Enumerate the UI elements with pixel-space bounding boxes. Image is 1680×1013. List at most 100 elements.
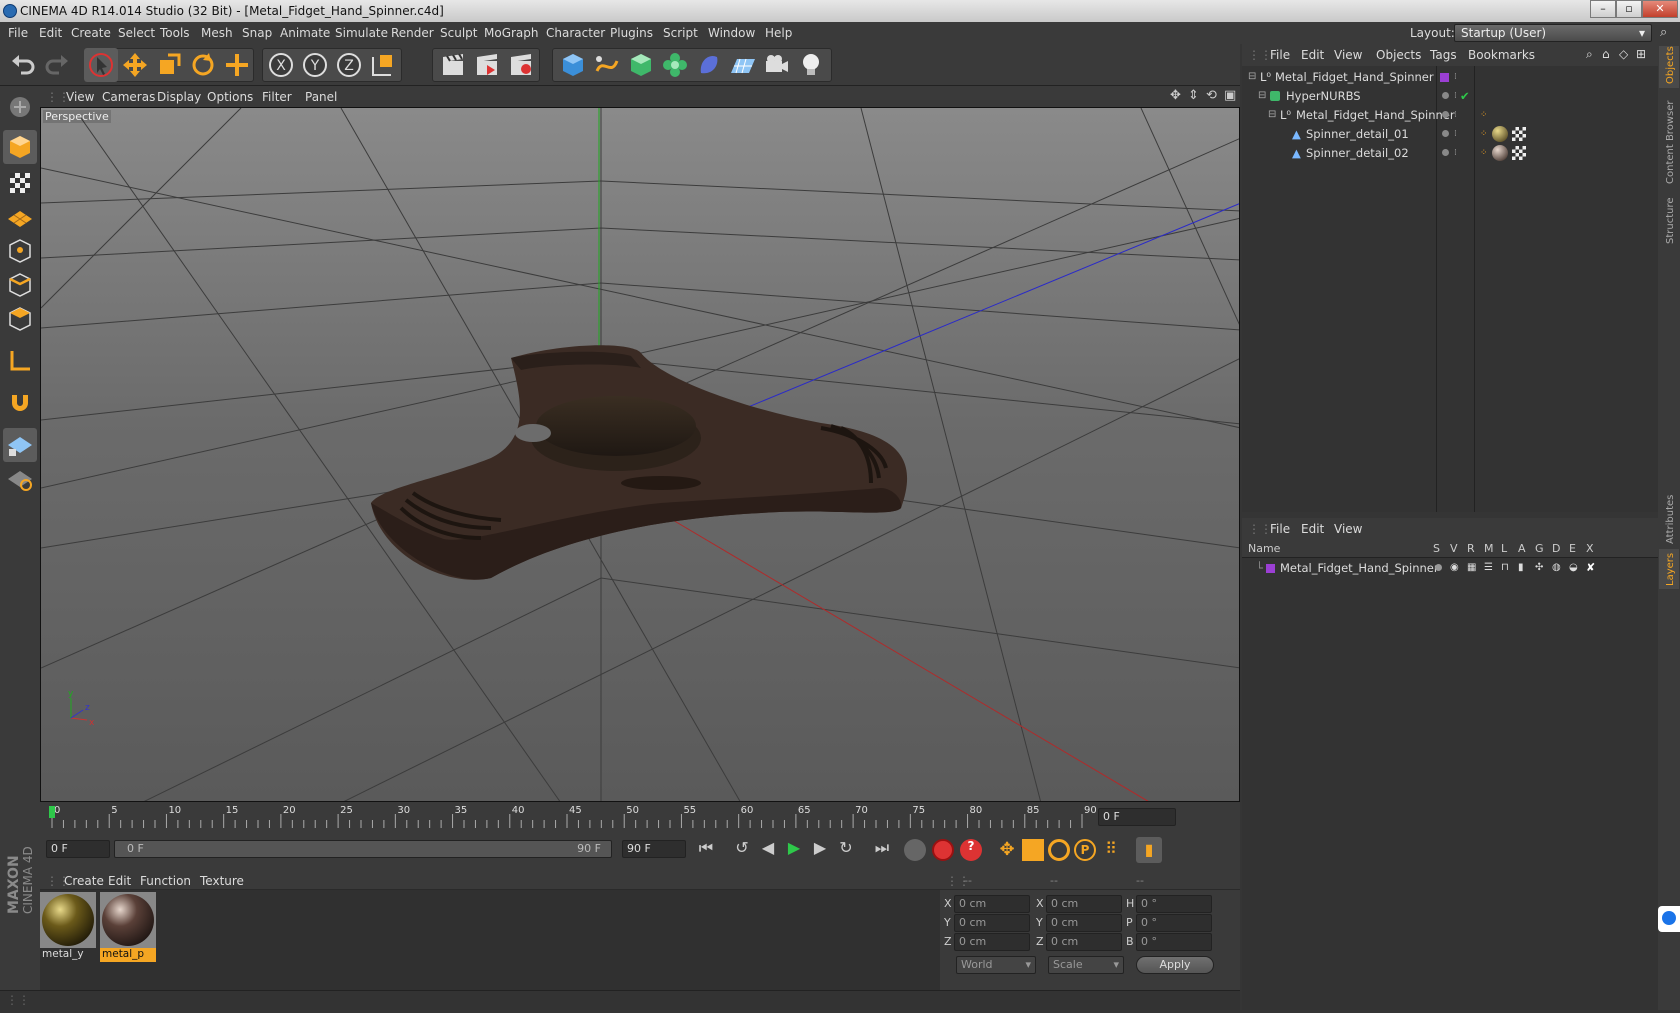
edges-mode-button[interactable] [3,268,37,302]
go-to-start-button[interactable]: ⏮ [694,838,718,862]
deformer-button[interactable] [692,48,726,82]
tree-row[interactable]: ▲ Spinner_detail_02 ⁞ ⁘ [1242,143,1658,163]
tab-structure[interactable]: Structure [1665,197,1676,244]
tab-layers[interactable]: Layers [1665,553,1676,586]
solo-dot-icon[interactable] [1435,564,1442,571]
layer-col-solo[interactable]: S [1433,542,1440,555]
checkmark-icon[interactable]: ✔ [1460,86,1470,106]
frame-range-slider[interactable]: 0 F 90 F [114,840,612,858]
lock-icon[interactable]: ⊓ [1501,558,1509,578]
layer-col-expressions[interactable]: E [1569,542,1576,555]
axis-mode-button[interactable] [3,344,37,378]
phong-tag-icon[interactable]: ⁘ [1480,143,1488,163]
material-menu-function[interactable]: Function [140,874,191,888]
record-keys-button[interactable] [904,839,926,861]
start-frame-field[interactable]: 0 F [46,840,110,858]
prev-key-button[interactable]: ↺ [730,838,754,862]
cube-object-button[interactable] [556,48,590,82]
layer-row[interactable]: └ Metal_Fidget_Hand_Spinner ◉ ▦ ☰ ⊓ ▮ ✣ … [1242,558,1658,578]
playhead[interactable] [49,806,55,818]
viewport-menu-panel[interactable]: Panel [305,90,337,104]
light-button[interactable] [794,48,828,82]
material-menu-texture[interactable]: Texture [200,874,244,888]
tree-row[interactable]: ▲ Spinner_detail_01 ⁞ ⁘ [1242,124,1658,144]
visibility-dots-icon[interactable]: ⁞ [1454,124,1457,144]
render-picture-viewer-button[interactable] [470,48,504,82]
scale-button[interactable] [152,48,186,82]
rotation-b-field[interactable]: 0 ° [1136,933,1212,951]
new-window-icon[interactable]: ⊞ [1636,47,1646,61]
object-menu-view[interactable]: View [1334,48,1362,62]
position-y-field[interactable]: 0 cm [954,914,1030,932]
menu-mesh[interactable]: Mesh [201,26,233,40]
layer-col-xref[interactable]: X [1586,542,1594,555]
menu-create[interactable]: Create [71,26,111,40]
viewport-rotate-icon[interactable]: ⟲ [1206,88,1217,103]
editor-visibility-dot[interactable] [1442,111,1449,118]
eye-icon[interactable]: ◉ [1450,558,1459,578]
teamviewer-icon[interactable] [1658,906,1680,932]
points-mode-button[interactable] [3,234,37,268]
add-object-button[interactable] [220,48,254,82]
editor-visibility-dot[interactable] [1442,92,1449,99]
layer-menu-view[interactable]: View [1334,522,1362,536]
size-z-field[interactable]: 0 cm [1046,933,1122,951]
key-parameter-button[interactable]: P [1074,839,1096,861]
object-menu-tags[interactable]: Tags [1430,48,1457,62]
visibility-dots-icon[interactable]: ⁞ [1454,86,1457,106]
viewport-menu-filter[interactable]: Filter [262,90,292,104]
viewport-menu-view[interactable]: View [66,90,94,104]
tree-row[interactable]: ⊟ HyperNURBS ⁞ ✔ [1242,86,1658,106]
key-scale-button[interactable] [1022,839,1044,861]
model-mode-button[interactable] [3,130,37,164]
x-axis-button[interactable]: X [264,48,298,82]
current-frame-field[interactable]: 0 F [1098,808,1176,826]
end-frame-field[interactable]: 90 F [622,840,686,858]
menu-tools[interactable]: Tools [160,26,190,40]
menu-plugins[interactable]: Plugins [610,26,653,40]
spline-button[interactable] [590,48,624,82]
visibility-dots-icon[interactable]: ⁞ [1454,67,1457,87]
polygons-mode-button[interactable] [3,302,37,336]
phong-tag-icon[interactable]: ⁘ [1480,105,1488,125]
editor-visibility-dot[interactable] [1442,149,1449,156]
key-pla-button[interactable]: ⠿ [1100,839,1122,861]
viewport-menu-display[interactable]: Display [157,90,201,104]
arrow-icon[interactable]: ◇ [1619,47,1628,61]
layer-col-view[interactable]: V [1450,542,1458,555]
material-tag-icon[interactable] [1492,145,1508,161]
material-menu-create[interactable]: Create [64,874,104,888]
rotation-p-field[interactable]: 0 ° [1136,914,1212,932]
position-z-field[interactable]: 0 cm [954,933,1030,951]
minimize-button[interactable]: – [1590,0,1616,18]
key-position-button[interactable]: ✥ [996,839,1018,861]
size-y-field[interactable]: 0 cm [1046,914,1122,932]
rotate-button[interactable] [186,48,220,82]
uvw-tag-icon[interactable] [1512,146,1526,160]
coordinate-system-button[interactable] [366,48,400,82]
xref-icon[interactable]: ✘ [1586,558,1595,578]
coordinate-space-select[interactable]: World ▾ [956,956,1036,974]
live-selection-button[interactable] [84,48,118,82]
layer-col-generators[interactable]: G [1535,542,1544,555]
nurbs-button[interactable] [624,48,658,82]
manager-icon[interactable]: ☰ [1484,558,1493,578]
maximize-button[interactable]: ▫ [1616,0,1642,18]
redo-button[interactable] [40,48,74,82]
coordinate-mode-select[interactable]: Scale ▾ [1048,956,1124,974]
y-axis-button[interactable]: Y [298,48,332,82]
render-view-button[interactable] [436,48,470,82]
object-menu-file[interactable]: File [1270,48,1290,62]
rotation-h-field[interactable]: 0 ° [1136,895,1212,913]
snap-button[interactable] [3,386,37,420]
planar-workplane-button[interactable] [3,462,37,496]
menu-snap[interactable]: Snap [242,26,272,40]
search-icon[interactable]: ⌕ [1660,25,1667,40]
keyframe-selection-button[interactable]: ? [960,839,982,861]
search-icon[interactable]: ⌕ [1586,47,1593,62]
size-x-field[interactable]: 0 cm [1046,895,1122,913]
render-icon[interactable]: ▦ [1467,558,1476,578]
menu-animate[interactable]: Animate [280,26,330,40]
tab-attributes[interactable]: Attributes [1665,495,1676,544]
object-menu-objects[interactable]: Objects [1376,48,1421,62]
